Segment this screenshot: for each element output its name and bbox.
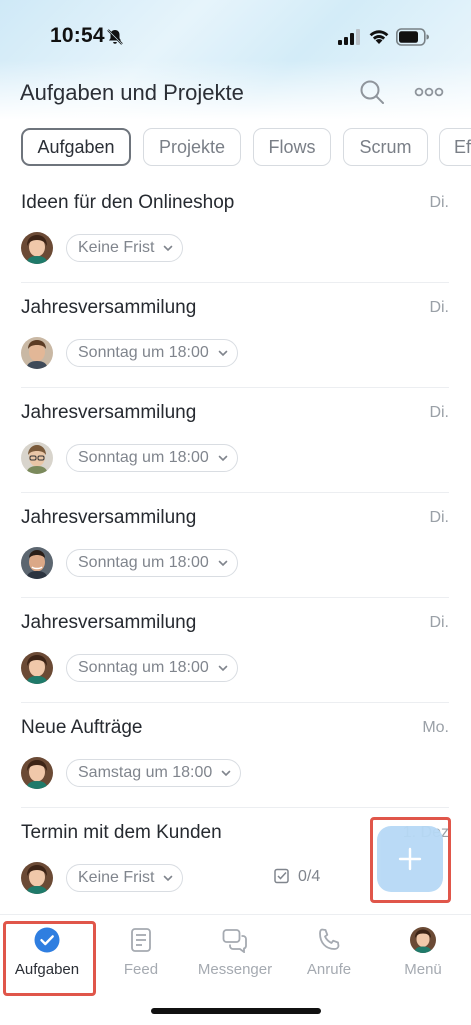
deadline-label: Sonntag um 18:00 [78,554,209,571]
chat-icon [222,929,247,953]
task-row[interactable]: Jahresversammilung Di. Sonntag um 18:00 [0,283,471,388]
filter-tabs: Aufgaben Projekte Flows Scrum Ef [0,128,471,168]
deadline-chip[interactable]: Keine Frist [66,234,184,262]
avatar-icon [410,927,436,953]
task-title: Neue Aufträge [21,717,143,738]
chevron-down-icon [164,875,173,882]
bell-off-icon [107,29,123,45]
chevron-down-icon [218,455,228,462]
wifi-icon [369,30,389,44]
home-indicator[interactable] [151,1008,321,1014]
tab-projekte[interactable]: Projekte [143,128,241,166]
cellular-signal-icon [338,29,360,45]
tab-ef[interactable]: Ef [439,128,471,166]
task-date: Di. [429,194,449,211]
task-date: Di. [429,509,449,526]
feed-icon [131,928,151,952]
page-title: Aufgaben und Projekte [20,80,244,105]
task-title: Jahresversammilung [21,612,197,633]
chevron-down-icon [164,245,173,252]
tab-aufgaben[interactable]: Aufgaben [21,128,131,166]
deadline-chip[interactable]: Samstag um 18:00 [66,759,242,787]
nav-item-messenger[interactable]: Messenger [188,925,282,985]
nav-label: Messenger [197,961,273,978]
chevron-down-icon [218,350,228,357]
checklist-icon [274,868,289,884]
checklist-counter: 0/4 [274,868,320,886]
task-title: Ideen für den Onlineshop [21,192,235,213]
task-date: Di. [429,404,449,421]
deadline-chip[interactable]: Keine Frist [66,864,184,892]
status-time: 10:54 [50,24,105,47]
deadline-label: Samstag um 18:00 [78,764,213,781]
avatar [21,862,53,894]
deadline-label: Keine Frist [78,239,155,256]
task-row[interactable]: Jahresversammilung Di. Sonntag um 18:00 [0,598,471,703]
top-app-bar: Aufgaben und Projekte [0,70,471,120]
task-title: Jahresversammilung [21,402,197,423]
tab-scrum[interactable]: Scrum [343,128,428,166]
deadline-label: Keine Frist [78,869,155,886]
task-date: Di. [429,614,449,631]
avatar [21,442,53,474]
nav-item-menu[interactable]: Menü [376,925,470,985]
task-date: Mo. [422,719,449,736]
add-button-highlight-frame [370,817,451,903]
checklist-count: 0/4 [298,868,321,885]
tab-flows[interactable]: Flows [253,128,331,166]
deadline-chip[interactable]: Sonntag um 18:00 [66,654,238,682]
battery-icon [396,28,429,46]
search-icon[interactable] [358,78,386,106]
avatar [21,652,53,684]
deadline-chip[interactable]: Sonntag um 18:00 [66,549,238,577]
task-row[interactable]: Neue Aufträge Mo. Samstag um 18:00 [0,703,471,808]
nav-item-feed[interactable]: Feed [94,925,188,985]
avatar [21,232,53,264]
task-date: Di. [429,299,449,316]
avatar [21,547,53,579]
deadline-label: Sonntag um 18:00 [78,659,209,676]
chevron-down-icon [221,770,231,777]
task-title: Jahresversammilung [21,507,197,528]
more-options-icon[interactable] [414,80,444,104]
nav-label: Feed [123,961,159,978]
chevron-down-icon [218,560,228,567]
task-row[interactable]: Jahresversammilung Di. Sonntag um 18:00 [0,388,471,493]
phone-icon [319,928,340,950]
deadline-chip[interactable]: Sonntag um 18:00 [66,339,238,367]
avatar [21,337,53,369]
task-row[interactable]: Jahresversammilung Di. Sonntag um 18:00 [0,493,471,598]
nav-label: Menü [404,961,442,978]
nav-label: Anrufe [306,961,352,978]
deadline-label: Sonntag um 18:00 [78,449,209,466]
status-bar: 10:54 [0,0,471,60]
deadline-label: Sonntag um 18:00 [78,344,209,361]
nav-highlight-frame [3,921,96,996]
chevron-down-icon [218,665,228,672]
deadline-chip[interactable]: Sonntag um 18:00 [66,444,238,472]
task-title: Termin mit dem Kunden [21,822,222,843]
nav-item-anrufe[interactable]: Anrufe [282,925,376,985]
avatar [21,757,53,789]
task-row[interactable]: Ideen für den Onlineshop Di. Keine Frist [0,178,471,283]
task-title: Jahresversammilung [21,297,197,318]
